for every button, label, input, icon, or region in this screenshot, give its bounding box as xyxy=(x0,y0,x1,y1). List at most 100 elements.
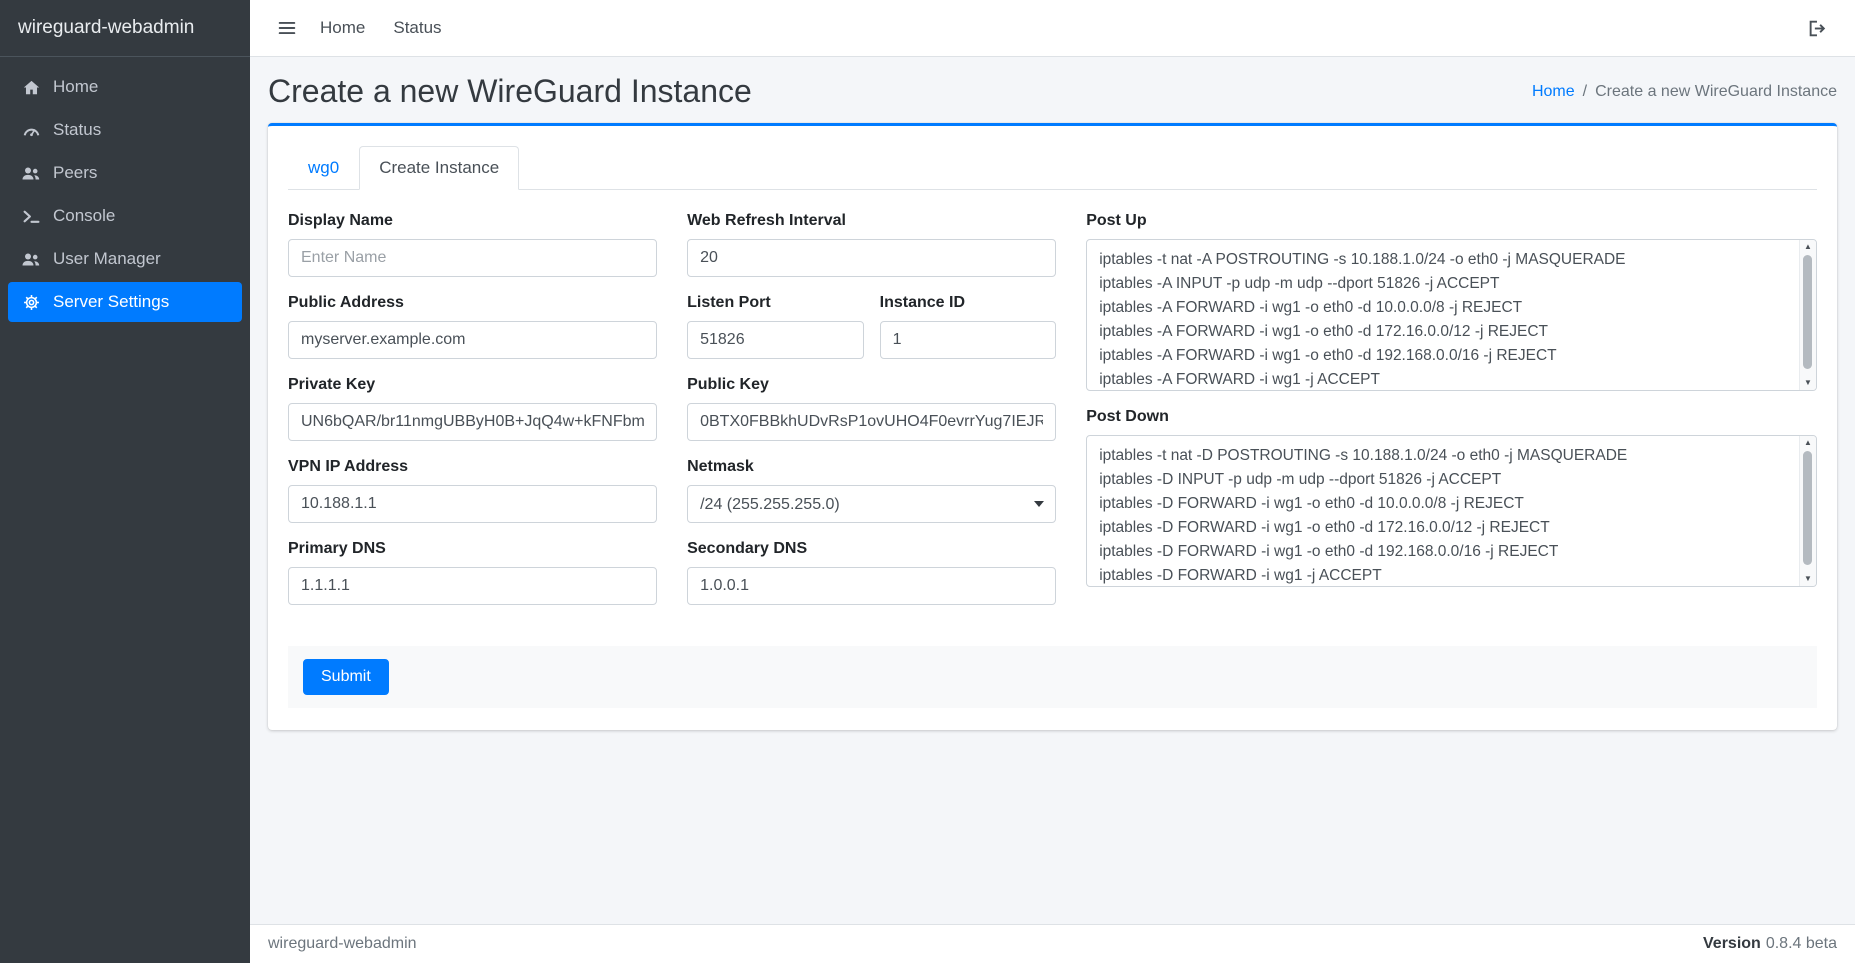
logout-icon xyxy=(1808,20,1827,37)
scroll-down-icon[interactable]: ▼ xyxy=(1804,575,1812,583)
main-area: Home Status Create a new WireGuard Insta… xyxy=(250,0,1855,963)
sidebar-nav: Home Status xyxy=(0,57,250,332)
topnav-link-status[interactable]: Status xyxy=(379,10,455,46)
version-info: Version 0.8.4 beta xyxy=(1703,935,1837,953)
post-down-scrollbar[interactable]: ▲ ▼ xyxy=(1799,436,1816,586)
listen-port-group: Listen Port xyxy=(679,294,872,359)
sidebar-item-label: Status xyxy=(53,120,101,140)
topnav-link-home[interactable]: Home xyxy=(306,10,379,46)
terminal-icon xyxy=(18,209,44,224)
post-down-textarea[interactable]: iptables -t nat -D POSTROUTING -s 10.188… xyxy=(1086,435,1817,587)
top-navbar: Home Status xyxy=(250,0,1855,57)
vpn-ip-label: VPN IP Address xyxy=(288,458,657,476)
form-column-right: Post Up iptables -t nat -A POSTROUTING -… xyxy=(1071,212,1832,622)
sidebar-item-label: Peers xyxy=(53,163,97,183)
web-refresh-label: Web Refresh Interval xyxy=(687,212,1056,230)
post-up-scrollbar[interactable]: ▲ ▼ xyxy=(1799,240,1816,390)
secondary-dns-input[interactable] xyxy=(687,567,1056,605)
post-down-group: Post Down iptables -t nat -D POSTROUTING… xyxy=(1086,408,1817,587)
sidebar-item-label: Server Settings xyxy=(53,292,169,312)
scrollbar-thumb[interactable] xyxy=(1803,451,1812,565)
sidebar-item-label: User Manager xyxy=(53,249,161,269)
form-column-left: Display Name Public Address Private Key xyxy=(273,212,672,622)
sidebar-item-label: Console xyxy=(53,206,115,226)
sidebar-item-peers[interactable]: Peers xyxy=(8,153,242,193)
display-name-label: Display Name xyxy=(288,212,657,230)
netmask-label: Netmask xyxy=(687,458,1056,476)
instance-tabs: wg0 Create Instance xyxy=(288,146,1817,190)
sidebar-item-home[interactable]: Home xyxy=(8,67,242,107)
secondary-dns-group: Secondary DNS xyxy=(687,540,1056,605)
page-title: Create a new WireGuard Instance xyxy=(268,73,752,110)
display-name-input[interactable] xyxy=(288,239,657,277)
sidebar-item-console[interactable]: Console xyxy=(8,196,242,236)
logout-button[interactable] xyxy=(1798,12,1837,45)
content-header: Create a new WireGuard Instance Home / C… xyxy=(250,57,1855,123)
instance-card: wg0 Create Instance Display Name Public … xyxy=(268,123,1837,730)
private-key-group: Private Key xyxy=(288,376,657,441)
scroll-down-icon[interactable]: ▼ xyxy=(1804,379,1812,387)
sidebar-item-label: Home xyxy=(53,77,98,97)
post-down-label: Post Down xyxy=(1086,408,1817,426)
post-up-label: Post Up xyxy=(1086,212,1817,230)
version-value: 0.8.4 beta xyxy=(1766,935,1837,952)
version-label: Version xyxy=(1703,935,1761,952)
form-actions: Submit xyxy=(288,646,1817,708)
private-key-label: Private Key xyxy=(288,376,657,394)
users-icon xyxy=(18,252,44,267)
brand-text: wireguard-webadmin xyxy=(18,17,194,39)
public-address-label: Public Address xyxy=(288,294,657,312)
vpn-ip-input[interactable] xyxy=(288,485,657,523)
breadcrumb: Home / Create a new WireGuard Instance xyxy=(1532,83,1837,101)
sidebar-toggle-button[interactable] xyxy=(268,12,306,44)
sidebar: wireguard-webadmin Home Status xyxy=(0,0,250,963)
web-refresh-input[interactable] xyxy=(687,239,1056,277)
listen-port-label: Listen Port xyxy=(687,294,864,312)
port-and-id-group: Listen Port Instance ID xyxy=(687,294,1056,359)
sidebar-item-server-settings[interactable]: Server Settings xyxy=(8,282,242,322)
tab-create-instance[interactable]: Create Instance xyxy=(359,146,519,190)
scroll-up-icon[interactable]: ▲ xyxy=(1804,439,1812,447)
brand-link[interactable]: wireguard-webadmin xyxy=(0,0,250,57)
hamburger-icon xyxy=(278,20,296,36)
primary-dns-label: Primary DNS xyxy=(288,540,657,558)
public-address-group: Public Address xyxy=(288,294,657,359)
private-key-input[interactable] xyxy=(288,403,657,441)
instance-id-input[interactable] xyxy=(880,321,1057,359)
vpn-ip-group: VPN IP Address xyxy=(288,458,657,523)
display-name-group: Display Name xyxy=(288,212,657,277)
footer-brand: wireguard-webadmin xyxy=(268,935,417,953)
post-up-group: Post Up iptables -t nat -A POSTROUTING -… xyxy=(1086,212,1817,391)
app-root: wireguard-webadmin Home Status xyxy=(0,0,1855,963)
sidebar-item-status[interactable]: Status xyxy=(8,110,242,150)
instance-form: Display Name Public Address Private Key xyxy=(273,212,1832,622)
breadcrumb-current: Create a new WireGuard Instance xyxy=(1595,83,1837,101)
scroll-up-icon[interactable]: ▲ xyxy=(1804,243,1812,251)
primary-dns-input[interactable] xyxy=(288,567,657,605)
page-footer: wireguard-webadmin Version 0.8.4 beta xyxy=(250,924,1855,963)
netmask-group: Netmask /24 (255.255.255.0) xyxy=(687,458,1056,523)
listen-port-input[interactable] xyxy=(687,321,864,359)
breadcrumb-home-link[interactable]: Home xyxy=(1532,83,1575,101)
form-column-middle: Web Refresh Interval Listen Port Insta xyxy=(672,212,1071,622)
home-icon xyxy=(18,80,44,95)
card-body: wg0 Create Instance Display Name Public … xyxy=(268,126,1837,730)
public-key-input[interactable] xyxy=(687,403,1056,441)
gear-icon xyxy=(18,294,44,311)
submit-button[interactable]: Submit xyxy=(303,659,389,695)
primary-dns-group: Primary DNS xyxy=(288,540,657,605)
secondary-dns-label: Secondary DNS xyxy=(687,540,1056,558)
scrollbar-thumb[interactable] xyxy=(1803,255,1812,369)
users-icon xyxy=(18,166,44,181)
web-refresh-group: Web Refresh Interval xyxy=(687,212,1056,277)
public-key-label: Public Key xyxy=(687,376,1056,394)
tachometer-icon xyxy=(18,123,44,137)
post-up-textarea[interactable]: iptables -t nat -A POSTROUTING -s 10.188… xyxy=(1086,239,1817,391)
public-key-group: Public Key xyxy=(687,376,1056,441)
sidebar-item-user-manager[interactable]: User Manager xyxy=(8,239,242,279)
breadcrumb-separator: / xyxy=(1583,83,1587,101)
public-address-input[interactable] xyxy=(288,321,657,359)
instance-id-label: Instance ID xyxy=(880,294,1057,312)
tab-wg0[interactable]: wg0 xyxy=(288,146,359,190)
netmask-select[interactable]: /24 (255.255.255.0) xyxy=(687,485,1056,523)
